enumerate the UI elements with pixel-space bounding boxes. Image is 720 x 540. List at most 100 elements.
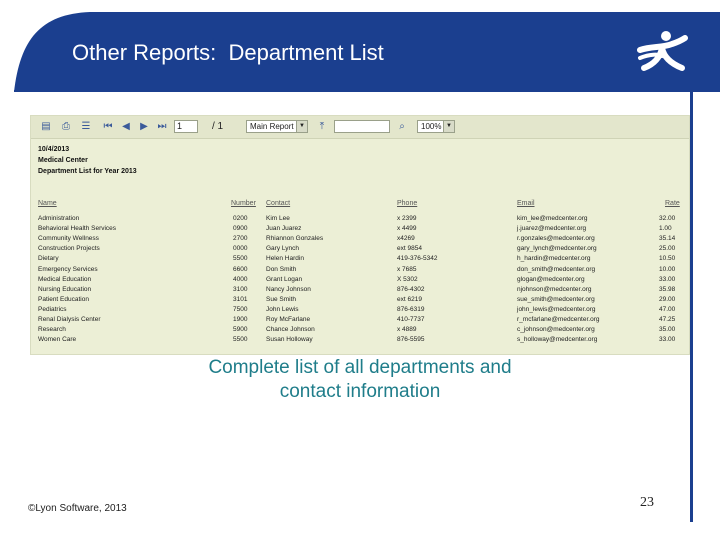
cell-phone: 876-5595 — [397, 336, 425, 344]
page-number-input[interactable]: 1 — [174, 120, 198, 133]
cell-email: sue_smith@medcenter.org — [517, 295, 595, 303]
cell-name: Nursing Education — [38, 285, 92, 293]
cell-number: 5500 — [233, 336, 248, 344]
chevron-down-icon: ▼ — [443, 121, 454, 132]
cell-email: don_smith@medcenter.org — [517, 265, 596, 273]
last-page-icon[interactable]: ⏭ — [155, 120, 169, 133]
page-number: 23 — [640, 495, 654, 510]
report-select-value: Main Report — [250, 122, 294, 131]
cell-number: 3100 — [233, 285, 248, 293]
group-tree-icon[interactable]: ☰ — [79, 120, 93, 133]
cell-email: glogan@medcenter.org — [517, 275, 585, 283]
cell-number: 0900 — [233, 225, 248, 233]
drill-up-icon[interactable]: ⤒ — [315, 120, 329, 133]
cell-phone: ext 6219 — [397, 295, 422, 303]
cell-rate: 35.98 — [659, 285, 676, 293]
cell-rate: 33.00 — [659, 275, 676, 283]
page-total-label: / 1 — [212, 121, 224, 132]
slide-caption: Complete list of all departments and con… — [140, 356, 580, 404]
cell-email: kim_lee@medcenter.org — [517, 215, 588, 222]
table-row: Emergency Services 6600 Don Smith x 7685 don… — [31, 265, 689, 276]
col-header-name: Name — [38, 200, 57, 207]
cell-number: 0200 — [233, 215, 248, 222]
next-page-icon[interactable]: ▶ — [137, 120, 151, 133]
cell-contact: Don Smith — [266, 265, 297, 273]
cell-name: Community Wellness — [38, 235, 99, 243]
report-toolbar: ▤ ⎙ ☰ ⏮ ◀ ▶ ⏭ 1 / 1 Main Report ▼ ⤒ ⌕ 10… — [31, 116, 689, 139]
cell-contact: Chance Johnson — [266, 326, 315, 334]
cell-contact: Susan Holloway — [266, 336, 313, 344]
cell-rate: 47.25 — [659, 316, 676, 323]
cell-number: 2700 — [233, 235, 248, 243]
cell-name: Women Care — [38, 336, 77, 344]
cell-phone: x 2399 — [397, 215, 417, 222]
cell-rate: 25.00 — [659, 245, 676, 253]
table-row: Administration 0200 Kim Lee x 2399 kim_lee@m… — [31, 215, 689, 225]
cell-number: 1900 — [233, 316, 248, 323]
cell-rate: 32.00 — [659, 215, 676, 222]
cell-contact: Nancy Johnson — [266, 285, 311, 293]
report-select[interactable]: Main Report ▼ — [246, 120, 308, 133]
table-row: Behavioral Health Services 0900 Juan Juare… — [31, 225, 689, 235]
col-header-rate: Rate — [665, 200, 680, 207]
cell-email: c_johnson@medcenter.org — [517, 326, 595, 334]
cell-name: Construction Projects — [38, 245, 100, 253]
cell-name: Emergency Services — [38, 265, 98, 273]
cell-number: 5900 — [233, 326, 248, 334]
cell-name: Behavioral Health Services — [38, 225, 117, 233]
cell-number: 6600 — [233, 265, 248, 273]
cell-name: Medical Education — [38, 275, 92, 283]
cell-contact: Roy McFarlane — [266, 316, 311, 323]
cell-phone: x4269 — [397, 235, 415, 243]
table-row: Patient Education 3101 Sue Smith ext 6219 su… — [31, 295, 689, 306]
cell-contact: Sue Smith — [266, 295, 296, 303]
cell-number: 5500 — [233, 255, 248, 263]
cell-number: 7500 — [233, 305, 248, 313]
cell-email: njohnson@medcenter.org — [517, 285, 592, 293]
cell-email: gary_lynch@medcenter.org — [517, 245, 597, 253]
copyright-text: ©Lyon Software, 2013 — [28, 503, 127, 514]
cell-contact: Gary Lynch — [266, 245, 299, 253]
cell-phone: X 5302 — [397, 275, 418, 283]
cell-rate: 1.00 — [659, 225, 672, 233]
print-icon[interactable]: ⎙ — [59, 120, 73, 133]
cell-phone: x 7685 — [397, 265, 417, 273]
cell-name: Pediatrics — [38, 305, 67, 313]
cell-rate: 10.50 — [659, 255, 676, 263]
col-header-number: Number — [231, 200, 256, 207]
table-row: Dietary 5500 Helen Hardin 419-376-5342 h_har… — [31, 255, 689, 265]
cell-email: j.juarez@medcenter.org — [517, 225, 587, 233]
cell-phone: 419-376-5342 — [397, 255, 438, 263]
chevron-down-icon: ▼ — [296, 121, 307, 132]
cell-name: Administration — [38, 215, 80, 222]
cell-rate: 35.14 — [659, 235, 676, 243]
col-header-email: Email — [517, 200, 535, 207]
search-input[interactable] — [334, 120, 390, 133]
cell-contact: Rhiannon Gonzales — [266, 235, 324, 243]
table-row: Construction Projects 0000 Gary Lynch ext 9… — [31, 245, 689, 255]
cell-phone: 876-4302 — [397, 285, 425, 293]
cell-contact: Grant Logan — [266, 275, 303, 283]
table-row: Research 5900 Chance Johnson x 4889 c_johnso… — [31, 326, 689, 336]
cell-contact: John Lewis — [266, 305, 299, 313]
cell-rate: 47.00 — [659, 305, 676, 313]
cell-rate: 35.00 — [659, 326, 676, 334]
table-row: Renal Dialysis Center 1900 Roy McFarlane 41… — [31, 316, 689, 326]
col-header-phone: Phone — [397, 200, 418, 207]
cell-name: Research — [38, 326, 66, 334]
search-icon[interactable]: ⌕ — [395, 120, 409, 133]
cell-email: john_lewis@medcenter.org — [517, 305, 596, 313]
cell-name: Renal Dialysis Center — [38, 316, 101, 323]
table-row: Women Care 5500 Susan Holloway 876-5595 s_ho… — [31, 336, 689, 346]
first-page-icon[interactable]: ⏮ — [101, 120, 115, 133]
cell-phone: x 4499 — [397, 225, 417, 233]
caption-line-2: contact information — [279, 381, 441, 402]
report-org: Medical Center — [38, 157, 88, 164]
export-icon[interactable]: ▤ — [39, 120, 53, 133]
col-header-contact: Contact — [266, 200, 291, 207]
cell-email: s_holloway@medcenter.org — [517, 336, 598, 344]
prev-page-icon[interactable]: ◀ — [119, 120, 133, 133]
zoom-select[interactable]: 100% ▼ — [417, 120, 455, 133]
lyon-logo-icon — [637, 31, 688, 71]
cell-email: h_hardin@medcenter.org — [517, 255, 591, 263]
